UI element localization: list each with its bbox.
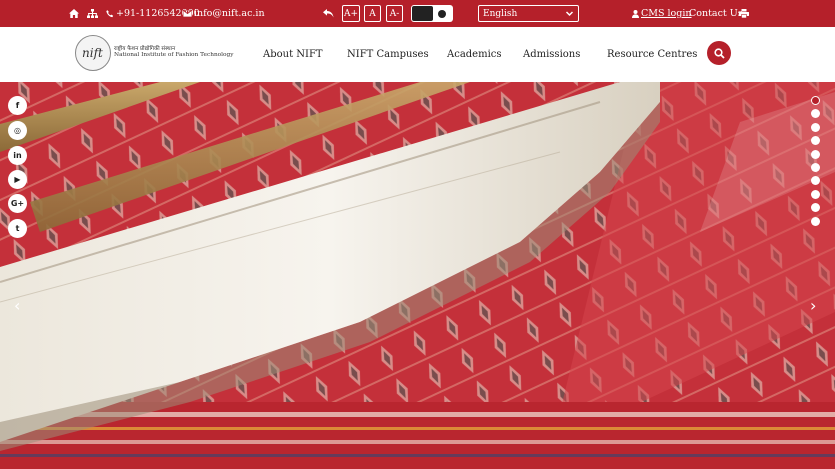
reset-icon[interactable]: [323, 0, 334, 27]
email-address: info@nift.ac.in: [194, 8, 265, 19]
next-slide-arrow[interactable]: ›: [810, 296, 816, 315]
home-icon[interactable]: [69, 0, 79, 27]
email-contact[interactable]: info@nift.ac.in: [183, 0, 265, 27]
dark-mode-swatch: [412, 6, 433, 21]
language-selected: English: [483, 8, 518, 19]
google-plus-icon[interactable]: G+: [8, 194, 27, 213]
nift-logo[interactable]: nift: [75, 35, 111, 71]
slider-dot[interactable]: [811, 96, 820, 105]
logo-mark: nift: [82, 46, 103, 60]
search-icon: [713, 47, 725, 59]
slider-dot[interactable]: [811, 189, 820, 199]
slider-dot[interactable]: [811, 163, 820, 172]
font-normal-button[interactable]: A: [364, 5, 381, 22]
slider-dot[interactable]: [811, 149, 820, 159]
cms-login-link[interactable]: CMS login: [632, 0, 692, 27]
slider-dot[interactable]: [811, 122, 820, 132]
cms-login-label: CMS login: [641, 8, 692, 19]
youtube-icon[interactable]: ▶: [8, 170, 27, 189]
nav-admissions[interactable]: Admissions: [523, 27, 580, 82]
phone-icon: [106, 9, 114, 17]
linkedin-icon[interactable]: in: [8, 146, 27, 165]
slider-dot[interactable]: [811, 216, 820, 226]
twitter-icon[interactable]: t: [8, 219, 27, 238]
hero-slider: f ◎ in ▶ G+ t ‹ ›: [0, 82, 835, 469]
contact-us-link[interactable]: Contact Us: [689, 0, 743, 27]
chevron-down-icon: [565, 11, 574, 17]
user-icon: [632, 9, 639, 18]
nav-about-nift[interactable]: About NIFT: [263, 27, 323, 82]
language-select[interactable]: English: [478, 5, 579, 22]
search-button[interactable]: [707, 41, 731, 65]
top-bar: +91-1126542000 info@nift.ac.in A+ A A- E…: [0, 0, 835, 27]
envelope-icon: [183, 10, 192, 17]
toggle-knob: [438, 9, 446, 18]
font-decrease-button[interactable]: A-: [386, 5, 403, 22]
nav-academics[interactable]: Academics: [447, 27, 502, 82]
contrast-toggle[interactable]: [411, 5, 453, 22]
hero-image: [0, 82, 835, 469]
sitemap-icon[interactable]: [87, 0, 98, 27]
logo-hindi-text: राष्ट्रीय फैशन प्रौद्योगिकी संस्थान: [114, 46, 176, 52]
instagram-icon[interactable]: ◎: [8, 121, 27, 140]
facebook-icon[interactable]: f: [8, 96, 27, 115]
nav-resource-centres[interactable]: Resource Centres: [607, 27, 697, 82]
logo-english-text: National Institute of Fashion Technology: [114, 52, 234, 58]
prev-slide-arrow[interactable]: ‹: [14, 296, 20, 315]
nav-nift-campuses[interactable]: NIFT Campuses: [347, 27, 429, 82]
print-icon[interactable]: [739, 0, 749, 27]
font-increase-button[interactable]: A+: [342, 5, 360, 22]
main-header: nift राष्ट्रीय फैशन प्रौद्योगिकी संस्थान…: [0, 27, 835, 82]
